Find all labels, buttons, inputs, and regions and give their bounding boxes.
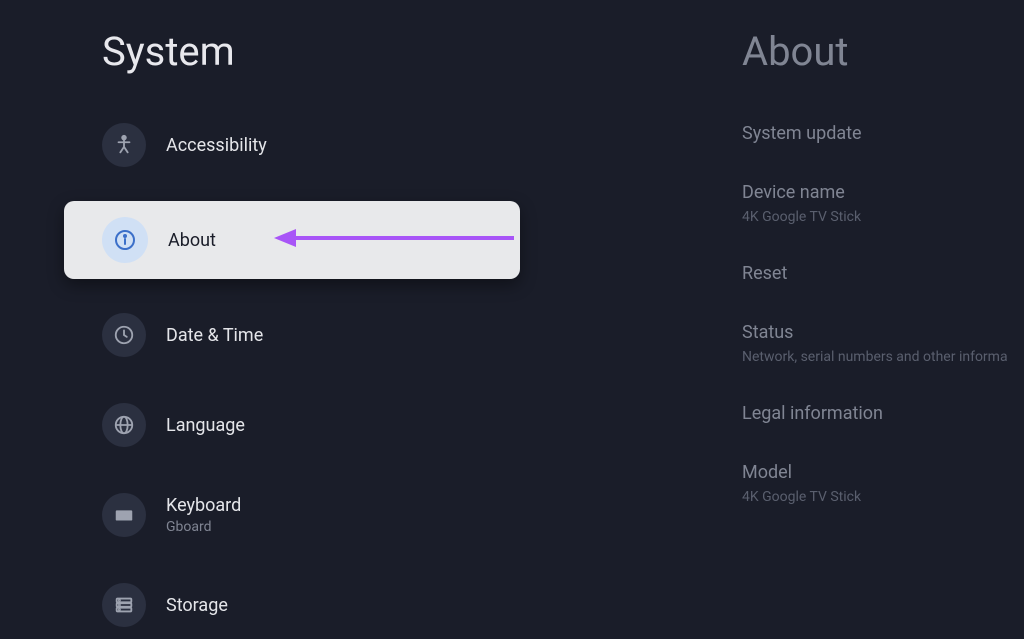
detail-item-model[interactable]: Model 4K Google TV Stick bbox=[742, 462, 1024, 505]
menu-item-datetime[interactable]: Date & Time bbox=[0, 301, 620, 369]
menu-item-keyboard[interactable]: Keyboard Gboard bbox=[0, 481, 620, 549]
accessibility-icon bbox=[102, 123, 146, 167]
info-icon bbox=[102, 217, 148, 263]
storage-icon bbox=[102, 583, 146, 627]
menu-item-about[interactable]: About bbox=[64, 201, 520, 279]
menu-item-text: Keyboard Gboard bbox=[166, 495, 241, 535]
detail-item-legal[interactable]: Legal information bbox=[742, 403, 1024, 424]
keyboard-icon bbox=[102, 493, 146, 537]
menu-item-accessibility[interactable]: Accessibility bbox=[0, 111, 620, 179]
menu-label: About bbox=[168, 230, 216, 251]
detail-label: Status bbox=[742, 322, 1024, 343]
detail-sublabel: 4K Google TV Stick bbox=[742, 209, 1024, 225]
detail-title: About bbox=[742, 28, 1024, 75]
menu-item-storage[interactable]: Storage bbox=[0, 571, 620, 639]
menu-label: Accessibility bbox=[166, 135, 267, 156]
menu-sublabel: Gboard bbox=[166, 519, 241, 535]
clock-icon bbox=[102, 313, 146, 357]
detail-item-system-update[interactable]: System update bbox=[742, 123, 1024, 144]
detail-label: Device name bbox=[742, 182, 1024, 203]
system-settings-panel: System Accessibility bbox=[0, 0, 620, 572]
detail-sublabel: 4K Google TV Stick bbox=[742, 489, 1024, 505]
detail-label: Legal information bbox=[742, 403, 1024, 424]
detail-item-device-name[interactable]: Device name 4K Google TV Stick bbox=[742, 182, 1024, 225]
menu-label: Date & Time bbox=[166, 325, 263, 346]
page-title: System bbox=[0, 28, 620, 75]
detail-label: Reset bbox=[742, 263, 1024, 284]
globe-icon bbox=[102, 403, 146, 447]
detail-label: Model bbox=[742, 462, 1024, 483]
detail-item-status[interactable]: Status Network, serial numbers and other… bbox=[742, 322, 1024, 365]
about-detail-panel: About System update Device name 4K Googl… bbox=[620, 0, 1024, 572]
settings-menu-list: Accessibility About bbox=[0, 111, 620, 639]
menu-label: Keyboard bbox=[166, 495, 241, 516]
menu-item-language[interactable]: Language bbox=[0, 391, 620, 459]
detail-sublabel: Network, serial numbers and other inform… bbox=[742, 349, 1024, 365]
arrow-annotation bbox=[274, 223, 514, 257]
menu-label: Storage bbox=[166, 595, 228, 616]
detail-item-reset[interactable]: Reset bbox=[742, 263, 1024, 284]
menu-label: Language bbox=[166, 415, 245, 436]
detail-label: System update bbox=[742, 123, 1024, 144]
